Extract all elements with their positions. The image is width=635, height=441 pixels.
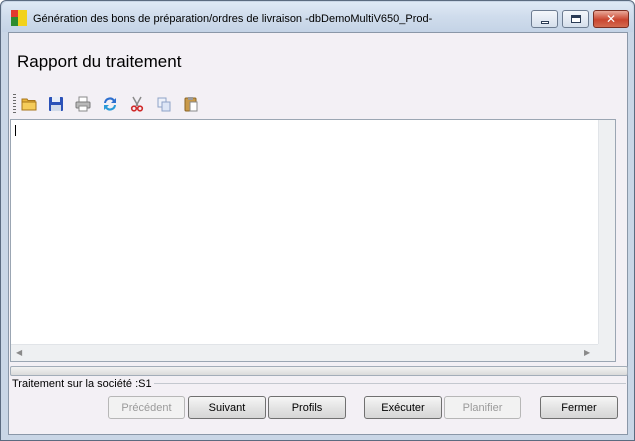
title-bar[interactable]: Génération des bons de préparation/ordre… (2, 2, 633, 32)
print-icon (75, 96, 91, 112)
close-button[interactable]: Fermer (540, 396, 618, 419)
text-caret (15, 125, 16, 136)
paste-icon (184, 97, 198, 112)
copy-icon (157, 97, 171, 112)
folder-open-icon (21, 98, 37, 111)
status-text: Traitement sur la société :S1 (12, 378, 152, 390)
report-toolbar (11, 92, 211, 116)
profiles-button[interactable]: Profils (268, 396, 346, 419)
scrollbar-corner (598, 344, 615, 361)
status-divider (154, 383, 626, 384)
close-window-button[interactable]: ✕ (593, 10, 629, 28)
minimize-icon (540, 20, 549, 24)
save-button[interactable] (47, 95, 65, 113)
open-button[interactable] (20, 95, 38, 113)
horizontal-scrollbar[interactable]: ◀ ▶ (11, 344, 598, 361)
cut-icon (130, 96, 144, 112)
page-title: Rapport du traitement (17, 52, 182, 71)
application-window: Génération des bons de préparation/ordre… (0, 0, 635, 441)
maximize-button[interactable] (562, 10, 589, 28)
copy-button[interactable] (155, 95, 173, 113)
execute-button[interactable]: Exécuter (364, 396, 442, 419)
scroll-left-icon[interactable]: ◀ (16, 348, 22, 357)
report-text-area[interactable]: ◀ ▶ (10, 119, 616, 362)
vertical-scrollbar[interactable] (598, 120, 615, 345)
scroll-right-icon[interactable]: ▶ (584, 348, 590, 357)
schedule-button[interactable]: Planifier (444, 396, 521, 419)
maximize-icon (570, 15, 581, 23)
progress-bar (10, 366, 628, 376)
cut-button[interactable] (128, 95, 146, 113)
refresh-icon (104, 97, 116, 111)
print-button[interactable] (74, 95, 92, 113)
minimize-button[interactable] (531, 10, 558, 28)
refresh-button[interactable] (101, 95, 119, 113)
save-icon (49, 97, 63, 111)
window-title: Génération des bons de préparation/ordre… (33, 13, 433, 25)
close-icon: ✕ (605, 12, 617, 26)
next-button[interactable]: Suivant (188, 396, 266, 419)
previous-button[interactable]: Précédent (108, 396, 185, 419)
app-icon (11, 10, 27, 26)
paste-button[interactable] (182, 95, 200, 113)
toolbar-grip[interactable] (13, 94, 16, 114)
dialog-body: Rapport du traitement ◀ ▶ Traitement sur… (8, 32, 628, 435)
